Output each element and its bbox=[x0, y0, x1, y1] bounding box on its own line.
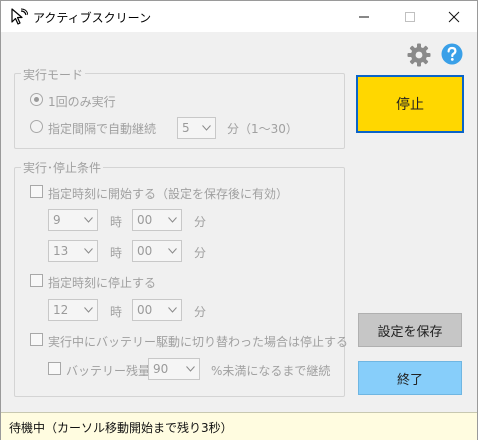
battery-stop-label: 実行中にバッテリー駆動に切り替わった場合は停止する bbox=[48, 335, 349, 349]
start-minute-value: 00 bbox=[137, 213, 153, 227]
stop-hour-value: 12 bbox=[53, 303, 69, 317]
status-bar: 待機中（カーソル移動開始まで残り3秒） bbox=[1, 412, 477, 440]
start-hour-unit: 時 bbox=[110, 215, 123, 229]
save-settings-button[interactable]: 設定を保存 bbox=[358, 313, 462, 347]
end-minute-value: 00 bbox=[137, 244, 153, 258]
cursor-app-icon bbox=[11, 8, 28, 25]
gear-icon[interactable] bbox=[407, 43, 431, 67]
chevron-down-icon bbox=[202, 125, 211, 131]
battery-level-select[interactable]: 90 bbox=[148, 358, 200, 380]
close-icon bbox=[448, 11, 460, 22]
battery-level-checkbox[interactable] bbox=[48, 362, 61, 375]
end-hour-unit: 時 bbox=[110, 246, 123, 260]
end-hour-select[interactable]: 13 bbox=[48, 240, 98, 262]
end-minute-unit: 分 bbox=[194, 246, 207, 260]
radio-interval-label: 指定間隔で自動継続 bbox=[48, 122, 157, 136]
stop-minute-select[interactable]: 00 bbox=[132, 299, 182, 321]
chevron-down-icon bbox=[84, 307, 93, 313]
battery-level-unit: %未満になるまで継続 bbox=[211, 364, 331, 378]
stop-minute-unit: 分 bbox=[194, 305, 207, 319]
chevron-down-icon bbox=[168, 307, 177, 313]
exit-button[interactable]: 終了 bbox=[358, 361, 462, 395]
start-at-checkbox[interactable] bbox=[30, 185, 43, 198]
app-window: アクティブスクリーン 実行モード 1回のみ実行 指定間隔で自動継続 5 分（1～… bbox=[0, 0, 478, 440]
minimize-icon bbox=[359, 16, 369, 17]
stop-at-checkbox[interactable] bbox=[30, 274, 43, 287]
radio-selected-dot bbox=[34, 97, 39, 102]
chevron-down-icon bbox=[84, 217, 93, 223]
help-icon[interactable] bbox=[441, 43, 463, 65]
start-hour-value: 9 bbox=[53, 213, 61, 227]
start-minute-select[interactable]: 00 bbox=[132, 209, 182, 231]
maximize-button[interactable] bbox=[387, 1, 433, 32]
minimize-button[interactable] bbox=[341, 1, 387, 32]
chevron-down-icon bbox=[84, 248, 93, 254]
chevron-down-icon bbox=[186, 366, 195, 372]
start-at-label: 指定時刻に開始する（設定を保存後に有効） bbox=[48, 187, 289, 201]
condition-group-legend: 実行･停止条件 bbox=[21, 159, 104, 176]
mode-group-legend: 実行モード bbox=[21, 66, 86, 83]
stop-button[interactable]: 停止 bbox=[356, 75, 464, 133]
close-button[interactable] bbox=[431, 1, 477, 32]
stop-hour-select[interactable]: 12 bbox=[48, 299, 98, 321]
title-bar[interactable]: アクティブスクリーン bbox=[1, 1, 477, 32]
radio-interval[interactable] bbox=[30, 120, 43, 133]
interval-unit-label: 分（1～30） bbox=[227, 122, 298, 136]
maximize-icon bbox=[405, 11, 415, 22]
window-title: アクティブスクリーン bbox=[33, 11, 152, 25]
chevron-down-icon bbox=[168, 217, 177, 223]
radio-run-once[interactable] bbox=[30, 93, 43, 106]
chevron-down-icon bbox=[168, 248, 177, 254]
stop-hour-unit: 時 bbox=[110, 305, 123, 319]
status-text: 待機中（カーソル移動開始まで残り3秒） bbox=[9, 421, 233, 435]
end-hour-value: 13 bbox=[53, 244, 69, 258]
interval-select[interactable]: 5 bbox=[177, 117, 216, 139]
radio-run-once-label: 1回のみ実行 bbox=[48, 95, 116, 109]
stop-at-label: 指定時刻に停止する bbox=[48, 276, 157, 290]
start-hour-select[interactable]: 9 bbox=[48, 209, 98, 231]
battery-stop-checkbox[interactable] bbox=[30, 333, 43, 346]
stop-minute-value: 00 bbox=[137, 303, 153, 317]
battery-level-value: 90 bbox=[153, 362, 169, 376]
start-minute-unit: 分 bbox=[194, 215, 207, 229]
end-minute-select[interactable]: 00 bbox=[132, 240, 182, 262]
interval-value: 5 bbox=[182, 121, 190, 135]
